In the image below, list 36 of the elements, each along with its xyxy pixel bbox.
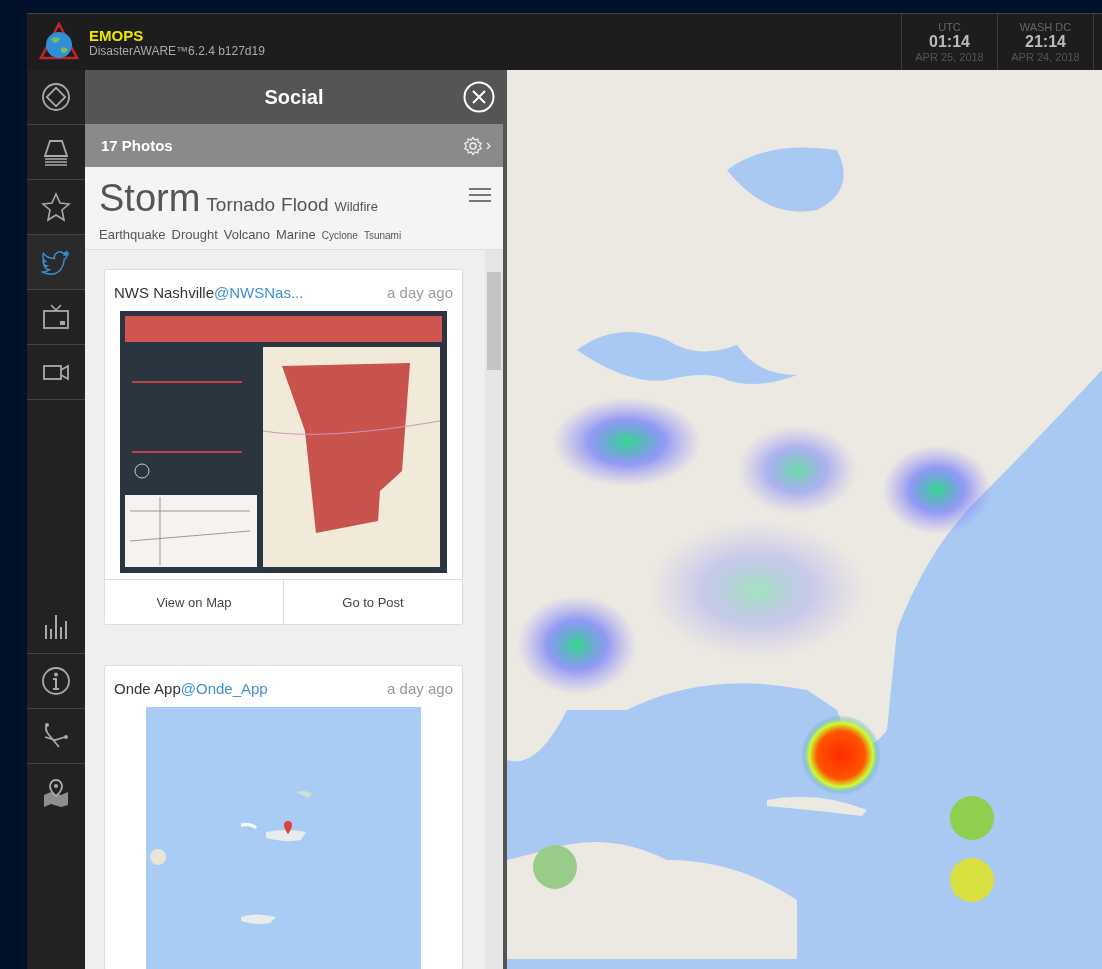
topic-link[interactable]: Tornado: [206, 194, 276, 216]
topic-link[interactable]: Earthquake: [99, 227, 166, 242]
app-name: EMOPS: [89, 26, 145, 44]
topic-link[interactable]: Flood: [281, 194, 329, 216]
topic-link[interactable]: Storm: [99, 177, 201, 220]
tv-icon: [41, 302, 71, 332]
post-action-button[interactable]: Go to Post: [283, 580, 462, 624]
topic-link[interactable]: Cyclone: [321, 230, 358, 241]
photo-count: 17 Photos: [101, 137, 173, 154]
post-author: Onde App@Onde_App: [114, 680, 268, 697]
post-time: a day ago: [387, 680, 453, 697]
layers-icon: [41, 137, 71, 167]
clock-zone: UTC: [938, 21, 961, 33]
clock-zone: WASH DC: [1019, 21, 1072, 33]
post-time: a day ago: [387, 284, 453, 301]
app-version: DisasterAWARE™6.2.4 b127d19: [89, 43, 265, 58]
author-handle[interactable]: @NWSNas...: [214, 284, 304, 301]
topic-link[interactable]: Volcano: [223, 227, 270, 242]
star-icon: [41, 192, 71, 222]
topic-link[interactable]: Drought: [171, 227, 218, 242]
topic-link[interactable]: Wildfire: [334, 199, 378, 214]
topic-link[interactable]: Marine: [276, 227, 316, 242]
settings-button[interactable]: [463, 135, 493, 156]
map-pin-icon: [41, 776, 71, 807]
topic-link[interactable]: Tsunami: [363, 230, 402, 241]
clock-time: 01:14: [929, 33, 970, 51]
menu-button[interactable]: [469, 187, 491, 203]
info-icon: [41, 666, 71, 696]
globe-logo-icon: [39, 22, 79, 62]
post-author: NWS Nashville@NWSNas...: [114, 284, 304, 301]
author-handle[interactable]: @Onde_App: [180, 680, 268, 697]
scrollbar[interactable]: [485, 250, 503, 969]
close-button[interactable]: [463, 81, 495, 113]
clock-time: 21:14: [1025, 33, 1066, 51]
panel-title: Social: [264, 85, 324, 109]
rail-button[interactable]: [27, 235, 85, 290]
